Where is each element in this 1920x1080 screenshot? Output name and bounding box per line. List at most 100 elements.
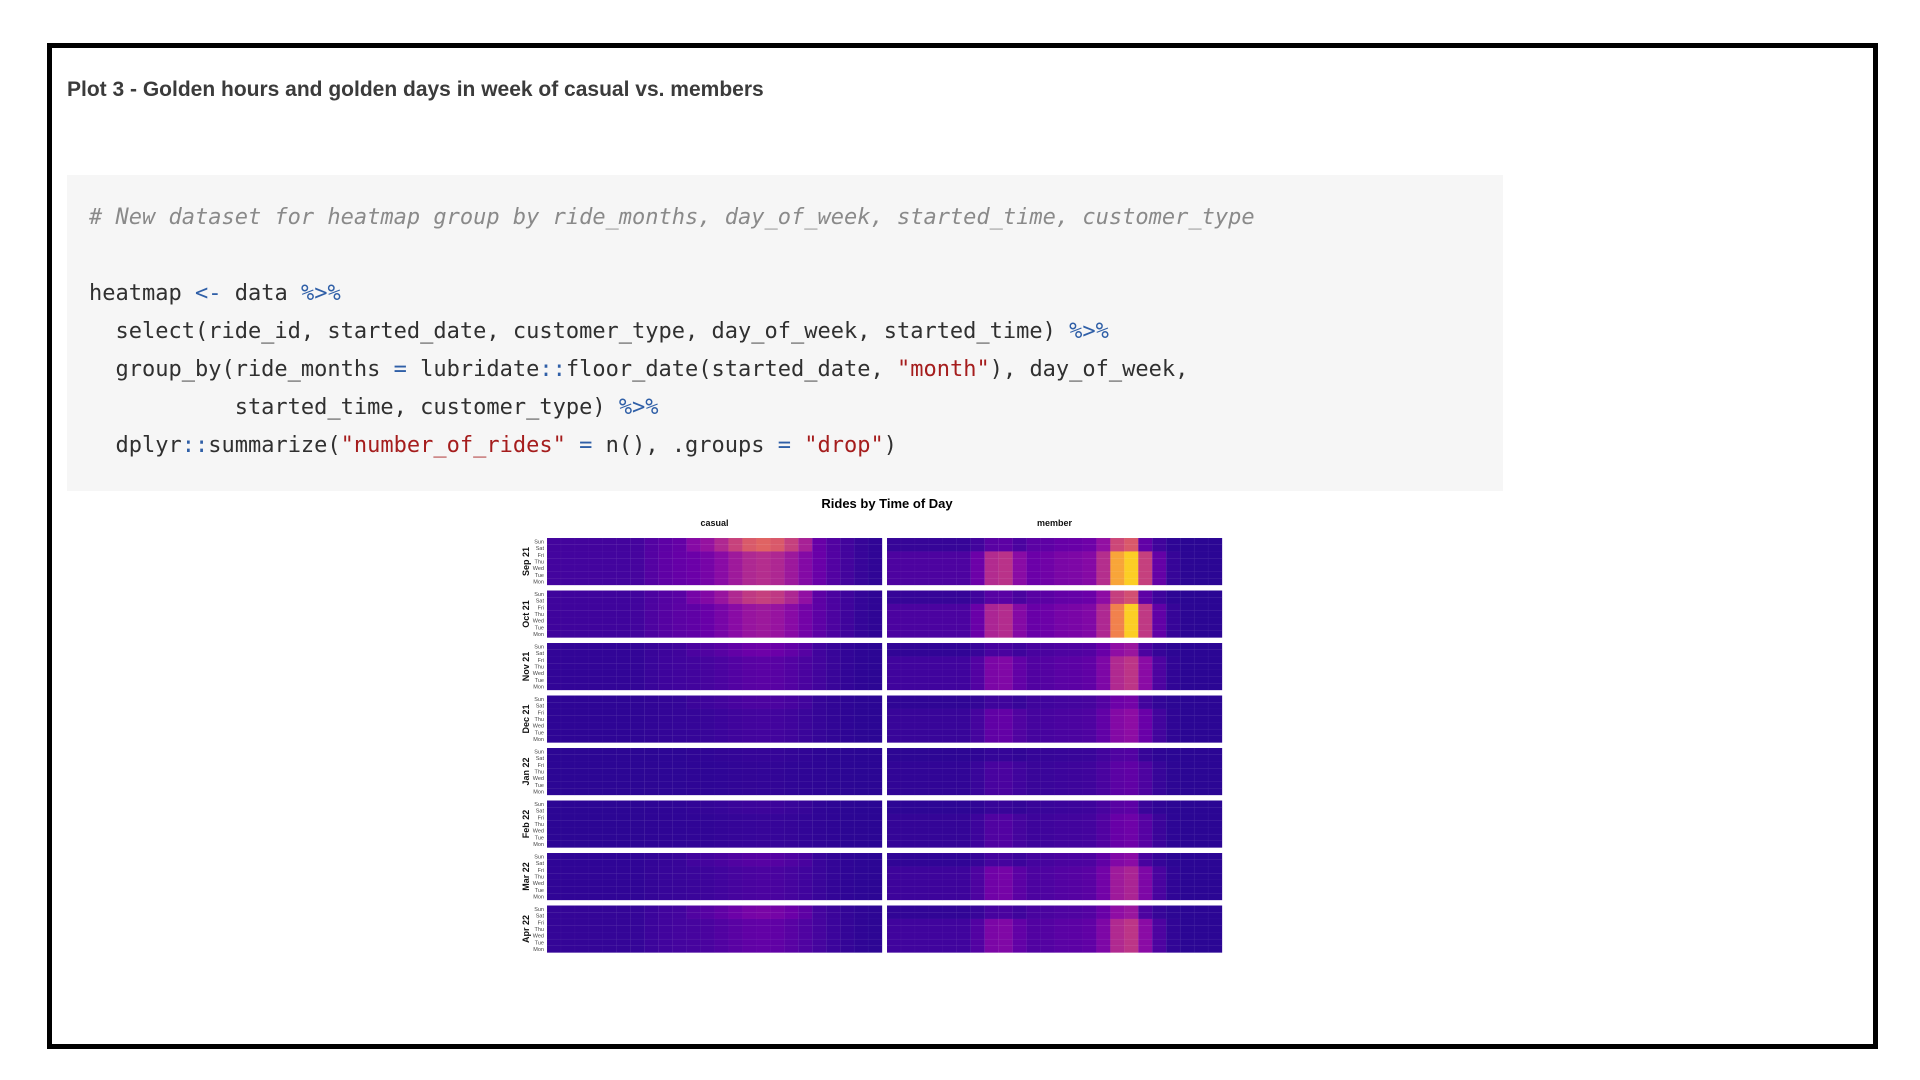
heatmap-cell: [1165, 603, 1181, 611]
heatmap-cell: [1110, 754, 1125, 762]
heatmap-cell: [630, 564, 646, 572]
code-token: "month": [896, 357, 990, 382]
heatmap-cell: [956, 747, 972, 756]
heatmap-cell: [798, 676, 813, 684]
heatmap-cell: [1193, 893, 1209, 901]
heatmap-cell: [825, 774, 841, 782]
heatmap-cell: [825, 859, 841, 867]
heatmap-cell: [798, 623, 813, 632]
heatmap-cell: [574, 728, 590, 737]
heatmap-cell: [867, 886, 883, 894]
heatmap-cell: [1012, 893, 1027, 901]
heatmap-cell: [1110, 840, 1125, 848]
heatmap-cell: [728, 866, 743, 874]
heatmap-cell: [1179, 669, 1195, 677]
heatmap-cell: [602, 859, 618, 867]
heatmap-cell: [886, 544, 902, 552]
heatmap-cell: [1040, 683, 1055, 691]
heatmap-cell: [886, 662, 902, 671]
heatmap-cell: [1165, 833, 1181, 842]
heatmap-cell: [602, 840, 618, 848]
heatmap-cell: [1096, 767, 1111, 776]
heatmap-cell: [956, 872, 972, 881]
heatmap-cell: [812, 747, 827, 756]
heatmap-cell: [672, 893, 687, 901]
heatmap-cell: [1040, 623, 1055, 632]
heatmap-cell: [560, 656, 576, 664]
heatmap-cell: [700, 774, 715, 782]
heatmap-cell: [1193, 649, 1209, 657]
heatmap-cell: [672, 800, 687, 808]
heatmap-panel: [546, 747, 883, 796]
heatmap-cell: [914, 754, 930, 762]
heatmap-cell: [672, 708, 687, 716]
heatmap-cell: [798, 695, 813, 703]
heatmap-panel: [886, 747, 1223, 796]
heatmap-cell: [942, 708, 958, 716]
heatmap-cell: [644, 852, 660, 861]
heatmap-cell: [867, 774, 883, 782]
heatmap-cell: [1068, 747, 1083, 756]
heatmap-cell: [1026, 617, 1041, 625]
heatmap-cell: [1179, 708, 1195, 716]
heatmap-cell: [984, 932, 1000, 940]
heatmap-cell: [686, 578, 701, 586]
heatmap-cell: [1012, 925, 1027, 933]
heatmap-cell: [812, 722, 827, 730]
heatmap-cell: [546, 642, 562, 651]
heatmap-cell: [1096, 551, 1111, 559]
heatmap-cell: [839, 879, 855, 887]
heatmap-cell: [1138, 840, 1153, 848]
heatmap-cell: [867, 630, 883, 638]
heatmap-cell: [825, 656, 841, 664]
heatmap-cell: [998, 597, 1013, 605]
heatmap-cell: [1026, 918, 1041, 926]
heatmap-cell: [1026, 754, 1041, 762]
heatmap-cell: [588, 925, 604, 933]
code-comment: # New dataset for heatmap group by ride_…: [89, 205, 1255, 230]
heatmap-cell: [658, 761, 673, 769]
heatmap-cell: [742, 912, 757, 920]
heatmap-cell: [1012, 788, 1027, 796]
heatmap-cell: [672, 807, 687, 815]
heatmap-cell: [970, 669, 986, 677]
heatmap-cell: [1054, 557, 1069, 566]
heatmap-cell: [1096, 728, 1111, 737]
heatmap-cell: [1207, 879, 1223, 887]
heatmap-cell: [812, 623, 827, 632]
heatmap-cell: [546, 767, 562, 776]
heatmap-cell: [714, 537, 729, 546]
heatmap-cell: [825, 610, 841, 618]
heatmap-cell: [700, 695, 715, 703]
heatmap-cell: [728, 610, 743, 618]
heatmap-cell: [914, 610, 930, 618]
heatmap-cell: [812, 578, 827, 586]
heatmap-cell: [942, 932, 958, 940]
heatmap-cell: [770, 932, 785, 940]
heatmap-cell: [839, 735, 855, 743]
heatmap-cell: [700, 728, 715, 737]
heatmap-cell: [700, 781, 715, 789]
heatmap-cell: [1138, 893, 1153, 901]
heatmap-cell: [658, 912, 673, 920]
heatmap-cell: [1012, 905, 1027, 913]
heatmap-cell: [1138, 544, 1153, 552]
heatmap-cell: [630, 859, 646, 867]
heatmap-cell: [574, 617, 590, 625]
heatmap-cell: [825, 537, 841, 546]
heatmap-cell: [839, 840, 855, 848]
heatmap-cell: [867, 879, 883, 887]
heatmap-cell: [770, 833, 785, 842]
heatmap-cell: [825, 747, 841, 756]
heatmap-cell: [1207, 761, 1223, 769]
heatmap-cell: [588, 551, 604, 559]
heatmap-cell: [742, 564, 757, 572]
heatmap-cell: [998, 767, 1013, 776]
heatmap-cell: [1124, 537, 1139, 546]
heatmap-cell: [839, 800, 855, 808]
heatmap-cell: [970, 578, 986, 586]
heatmap-cell: [1082, 597, 1097, 605]
heatmap-cell: [914, 597, 930, 605]
heatmap-cell: [798, 571, 813, 579]
heatmap-cell: [742, 754, 757, 762]
